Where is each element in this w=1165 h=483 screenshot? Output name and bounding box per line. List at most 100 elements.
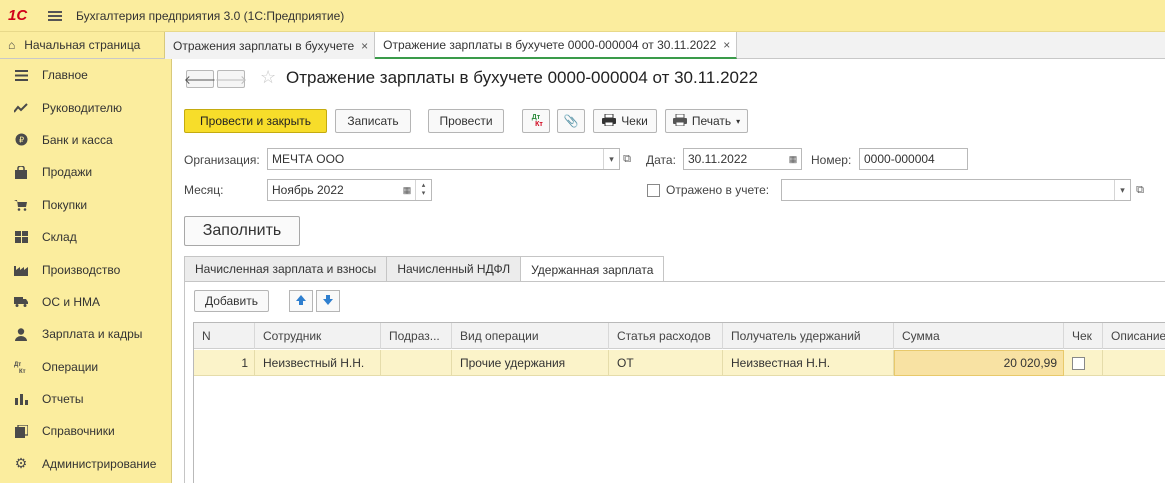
document-form: 🡐 🡒 ☆ Отражение зарплаты в бухучете 0000…	[172, 59, 1165, 483]
attach-button[interactable]: 📎	[557, 109, 585, 133]
sidebar-item-label: Операции	[42, 359, 99, 374]
svg-text:Дт: Дт	[14, 362, 21, 368]
check-checkbox[interactable]	[1072, 356, 1085, 370]
tab-accrued-salary[interactable]: Начисленная зарплата и взносы	[184, 256, 388, 281]
operation-type-cell[interactable]: Прочие удержания	[452, 350, 609, 376]
forward-button[interactable]: 🡒	[214, 70, 248, 88]
sidebar-item-label: ОС и НМА	[42, 294, 101, 309]
month-field[interactable]: Ноябрь 2022 ▦ ▴ ▾	[267, 179, 432, 201]
tab-accrued-ndfl[interactable]: Начисленный НДФЛ	[386, 256, 522, 281]
save-button[interactable]: Записать	[335, 109, 411, 133]
favorite-star-icon[interactable]: ☆	[260, 67, 276, 88]
employee-cell[interactable]: Неизвестный Н.Н.	[255, 350, 381, 376]
add-button[interactable]: Добавить	[194, 290, 269, 312]
sidebar-item-label: Склад	[42, 230, 77, 245]
description-cell[interactable]	[1103, 350, 1165, 376]
coin-icon: ₽	[14, 133, 28, 147]
sidebar-item-purchases[interactable]: Покупки	[0, 189, 171, 221]
chevron-down-icon[interactable]: ▾	[422, 190, 426, 198]
sidebar-item-manager[interactable]: Руководителю	[0, 91, 171, 123]
sidebar-item-fixed-assets[interactable]: ОС и НМА	[0, 286, 171, 318]
recipient-cell[interactable]: Неизвестная Н.Н.	[723, 350, 894, 376]
form-tabs: Начисленная зарплата и взносы Начисленны…	[184, 256, 665, 282]
post-button[interactable]: Провести	[428, 109, 504, 133]
kt-label: Кт	[535, 121, 543, 128]
printer-icon	[672, 113, 687, 129]
dropdown-icon[interactable]: ▾	[603, 149, 619, 169]
sidebar-item-salary-hr[interactable]: Зарплата и кадры	[0, 318, 171, 350]
number-field[interactable]: 0000-000004	[859, 148, 968, 170]
sidebar-item-warehouse[interactable]: Склад	[0, 221, 171, 253]
tab-documents-list[interactable]: Отражения зарплаты в бухучете ×	[165, 32, 376, 59]
reflected-label: Отражено в учете:	[666, 183, 770, 197]
sidebar-item-operations[interactable]: Дт Кт Операции	[0, 351, 171, 383]
close-icon[interactable]: ×	[361, 39, 368, 53]
move-up-button[interactable]	[289, 290, 313, 312]
column-header[interactable]: Сотрудник	[255, 323, 381, 349]
check-cell[interactable]	[1064, 350, 1103, 376]
sidebar-item-main[interactable]: Главное	[0, 59, 171, 91]
sidebar-item-production[interactable]: Производство	[0, 253, 171, 285]
sidebar-item-label: Покупки	[42, 197, 88, 212]
amount-cell[interactable]: 20 020,99	[894, 350, 1064, 376]
column-header[interactable]: Вид операции	[452, 323, 609, 349]
bar-chart-icon	[14, 392, 28, 406]
title-bar: 1С Бухгалтерия предприятия 3.0 (1С:Предп…	[0, 0, 1165, 32]
warehouse-icon	[14, 230, 28, 244]
tab-home-label: Начальная страница	[24, 38, 141, 52]
bag-icon	[14, 165, 28, 179]
withholdings-table: N Сотрудник Подраз... Вид операции Стать…	[193, 322, 1165, 483]
chevron-up-icon[interactable]: ▴	[422, 182, 426, 190]
sidebar-item-bank[interactable]: ₽ Банк и касса	[0, 124, 171, 156]
column-header[interactable]: Получатель удержаний	[723, 323, 894, 349]
close-icon[interactable]: ×	[723, 38, 730, 52]
dt-label: Дт	[531, 114, 541, 121]
sidebar-item-sales[interactable]: Продажи	[0, 156, 171, 188]
expense-item-cell[interactable]: ОТ	[609, 350, 723, 376]
table-row[interactable]: 1 Неизвестный Н.Н. Прочие удержания ОТ Н…	[194, 350, 1165, 376]
move-down-button[interactable]	[316, 290, 340, 312]
sidebar-item-reports[interactable]: Отчеты	[0, 383, 171, 415]
tab-current-document[interactable]: Отражение зарплаты в бухучете 0000-00000…	[375, 32, 738, 59]
arrow-right-icon: 🡒	[214, 72, 248, 87]
organization-field[interactable]: МЕЧТА ООО ▾	[267, 148, 620, 170]
calendar-icon[interactable]: ▦	[785, 149, 801, 169]
post-and-close-button[interactable]: Провести и закрыть	[184, 109, 327, 133]
tab-withheld-salary[interactable]: Удержанная зарплата	[520, 256, 665, 282]
organization-label: Организация:	[184, 153, 260, 167]
app-logo: 1С	[8, 7, 28, 24]
reflected-checkbox[interactable]	[647, 184, 660, 197]
person-icon	[14, 327, 28, 341]
column-header[interactable]: Подраз...	[381, 323, 452, 349]
sidebar-item-label: Главное	[42, 68, 88, 83]
tab-label: Отражения зарплаты в бухучете	[173, 38, 355, 53]
month-label: Месяц:	[184, 183, 224, 197]
column-header[interactable]: Сумма	[894, 323, 1064, 349]
dropdown-icon[interactable]: ▾	[1114, 180, 1130, 200]
calendar-icon[interactable]: ▦	[399, 180, 415, 200]
tab-home[interactable]: ⌂ Начальная страница	[0, 32, 165, 58]
checks-button[interactable]: Чеки	[593, 109, 657, 133]
date-field[interactable]: 30.11.2022 ▦	[683, 148, 802, 170]
column-header[interactable]: Статья расходов	[609, 323, 723, 349]
hamburger-menu-icon[interactable]	[48, 10, 62, 21]
fill-button[interactable]: Заполнить	[184, 216, 300, 246]
department-cell[interactable]	[381, 350, 452, 376]
sidebar-item-administration[interactable]: ⚙ Администрирование	[0, 448, 171, 480]
print-button[interactable]: Печать ▾	[665, 109, 748, 133]
open-reflected-icon[interactable]: ⧉	[1131, 179, 1149, 201]
sidebar-item-label: Зарплата и кадры	[42, 327, 143, 342]
sidebar-item-label: Руководителю	[42, 100, 123, 115]
open-organization-icon[interactable]: ⧉	[618, 148, 636, 170]
paperclip-icon: 📎	[563, 114, 579, 128]
column-header[interactable]: Описание	[1103, 323, 1165, 349]
month-stepper[interactable]: ▴ ▾	[415, 180, 431, 200]
sidebar-item-label: Продажи	[42, 165, 93, 180]
reflected-field[interactable]: ▾	[781, 179, 1131, 201]
sidebar-item-label: Производство	[42, 262, 121, 277]
sidebar-item-directories[interactable]: Справочники	[0, 415, 171, 447]
dt-kt-button[interactable]: Дт Кт	[522, 109, 550, 133]
column-header[interactable]: N	[194, 323, 255, 349]
back-button[interactable]: 🡐	[184, 70, 216, 88]
column-header[interactable]: Чек	[1064, 323, 1103, 349]
